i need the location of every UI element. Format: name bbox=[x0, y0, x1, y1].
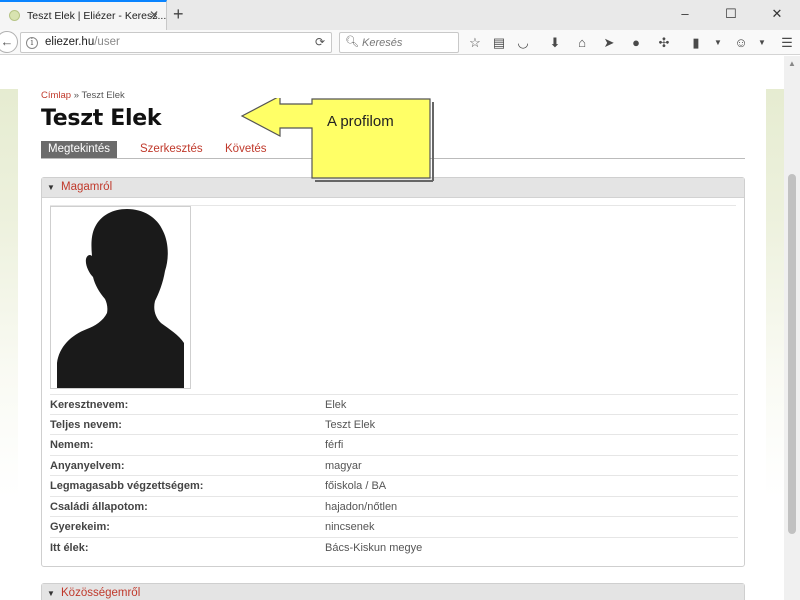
caret-down-icon: ▼ bbox=[47, 589, 55, 598]
pocket-icon[interactable]: ◡ bbox=[513, 33, 533, 53]
field-label: Legmagasabb végzettségem: bbox=[50, 480, 204, 492]
new-tab-button[interactable]: + bbox=[173, 4, 184, 24]
caret-down-icon: ▼ bbox=[47, 183, 55, 192]
field-row: Keresztnevem: Elek bbox=[50, 394, 738, 415]
url-path: /user bbox=[94, 36, 120, 48]
search-icon: 🔍︎ bbox=[345, 36, 359, 48]
callout-arrow-shape: A profilom bbox=[240, 95, 434, 182]
field-row: Nemem: férfi bbox=[50, 435, 738, 456]
tab-view[interactable]: Megtekintés bbox=[41, 141, 118, 158]
profile-picture bbox=[50, 206, 191, 389]
breadcrumb: Címlap » Teszt Elek bbox=[41, 90, 125, 101]
url-bar[interactable]: i eliezer.hu/user ⟳ bbox=[20, 32, 332, 53]
community-panel-title[interactable]: Közösségemről bbox=[61, 587, 140, 599]
field-label: Teljes nevem: bbox=[50, 418, 122, 431]
site-favicon-icon bbox=[9, 10, 20, 21]
reading-list-icon[interactable]: ▤ bbox=[489, 33, 509, 53]
reload-icon[interactable]: ⟳ bbox=[315, 35, 325, 49]
url-host: eliezer.hu bbox=[45, 36, 95, 48]
silhouette-icon bbox=[57, 209, 184, 388]
chat-icon[interactable]: ● bbox=[626, 33, 646, 53]
menu-icon[interactable]: ☰ bbox=[777, 33, 797, 53]
field-value: nincsenek bbox=[325, 521, 375, 533]
download-icon[interactable]: ⬇ bbox=[545, 33, 565, 53]
puzzle-icon[interactable]: ✣ bbox=[654, 33, 674, 53]
callout-text: A profilom bbox=[327, 113, 394, 130]
tab-edit[interactable]: Szerkesztés bbox=[133, 141, 210, 158]
page-scrollbar[interactable]: ▲ bbox=[784, 56, 800, 600]
scrollbar-thumb[interactable] bbox=[788, 174, 796, 534]
field-value: hajadon/nőtlen bbox=[325, 500, 398, 513]
about-panel-title[interactable]: Magamról bbox=[61, 181, 112, 193]
close-window-button[interactable]: ✕ bbox=[754, 0, 800, 30]
about-panel: ▼ Magamról Keresztnevem: Elek Teljes nev… bbox=[41, 177, 745, 567]
field-value: Elek bbox=[325, 399, 347, 411]
field-row: Teljes nevem: Teszt Elek bbox=[50, 415, 738, 435]
field-row: Itt élek: Bács-Kiskun megye bbox=[50, 538, 738, 559]
field-label: Nemem: bbox=[50, 439, 94, 451]
clipboard-icon[interactable]: ▮ bbox=[686, 33, 706, 53]
search-placeholder: Keresés bbox=[362, 37, 403, 49]
breadcrumb-separator: » bbox=[73, 90, 80, 101]
field-value: főiskola / BA bbox=[325, 480, 387, 492]
star-icon[interactable]: ☆ bbox=[465, 33, 485, 53]
chevron-down-icon[interactable]: ▼ bbox=[708, 33, 728, 53]
callout-body bbox=[240, 95, 431, 179]
minimize-button[interactable]: – bbox=[662, 0, 708, 30]
browser-tab[interactable]: Teszt Elek | Eliézer - Keresz... ✕ bbox=[0, 0, 167, 30]
url-text: eliezer.hu/user bbox=[45, 36, 120, 48]
field-label: Anyanyelvem: bbox=[50, 459, 125, 472]
chevron-down-icon[interactable]: ▼ bbox=[752, 33, 772, 53]
browser-tab-title: Teszt Elek | Eliézer - Keresz... bbox=[27, 10, 167, 22]
back-button[interactable]: ← bbox=[0, 31, 18, 53]
field-value: Bács-Kiskun megye bbox=[325, 541, 423, 554]
field-value: Teszt Elek bbox=[325, 418, 376, 431]
browser-tab-bar: Teszt Elek | Eliézer - Keresz... ✕ + – ☐… bbox=[0, 0, 800, 30]
field-value: férfi bbox=[325, 439, 344, 451]
breadcrumb-home-link[interactable]: Címlap bbox=[41, 90, 71, 101]
field-row: Családi állapotom: hajadon/nőtlen bbox=[50, 497, 738, 517]
breadcrumb-current: Teszt Elek bbox=[81, 90, 125, 101]
home-icon[interactable]: ⌂ bbox=[572, 33, 592, 53]
search-bar[interactable]: 🔍︎ Keresés bbox=[339, 32, 459, 53]
page-title: Teszt Elek bbox=[41, 106, 162, 131]
field-label: Családi állapotom: bbox=[50, 500, 148, 513]
callout-annotation: A profilom bbox=[240, 95, 436, 182]
field-label: Itt élek: bbox=[50, 541, 89, 554]
field-value: magyar bbox=[325, 459, 362, 472]
avatar-icon[interactable]: ☺ bbox=[731, 33, 751, 53]
field-row: Anyanyelvem: magyar bbox=[50, 456, 738, 476]
send-icon[interactable]: ➤ bbox=[599, 33, 619, 53]
field-row: Gyerekeim: nincsenek bbox=[50, 517, 738, 538]
field-label: Gyerekeim: bbox=[50, 521, 110, 533]
field-label: Keresztnevem: bbox=[50, 399, 129, 411]
field-row: Legmagasabb végzettségem: főiskola / BA bbox=[50, 476, 738, 497]
community-panel-header[interactable]: ▼ Közösségemről bbox=[42, 584, 744, 600]
site-info-icon[interactable]: i bbox=[26, 37, 38, 49]
community-panel: ▼ Közösségemről bbox=[41, 583, 745, 600]
maximize-button[interactable]: ☐ bbox=[708, 0, 754, 30]
scroll-up-icon[interactable]: ▲ bbox=[788, 59, 796, 68]
close-tab-icon[interactable]: ✕ bbox=[149, 8, 159, 22]
profile-fields: Keresztnevem: Elek Teljes nevem: Teszt E… bbox=[50, 394, 738, 558]
browser-nav-bar: ← i eliezer.hu/user ⟳ 🔍︎ Keresés ☆ ▤ ◡ ⬇… bbox=[0, 30, 800, 55]
